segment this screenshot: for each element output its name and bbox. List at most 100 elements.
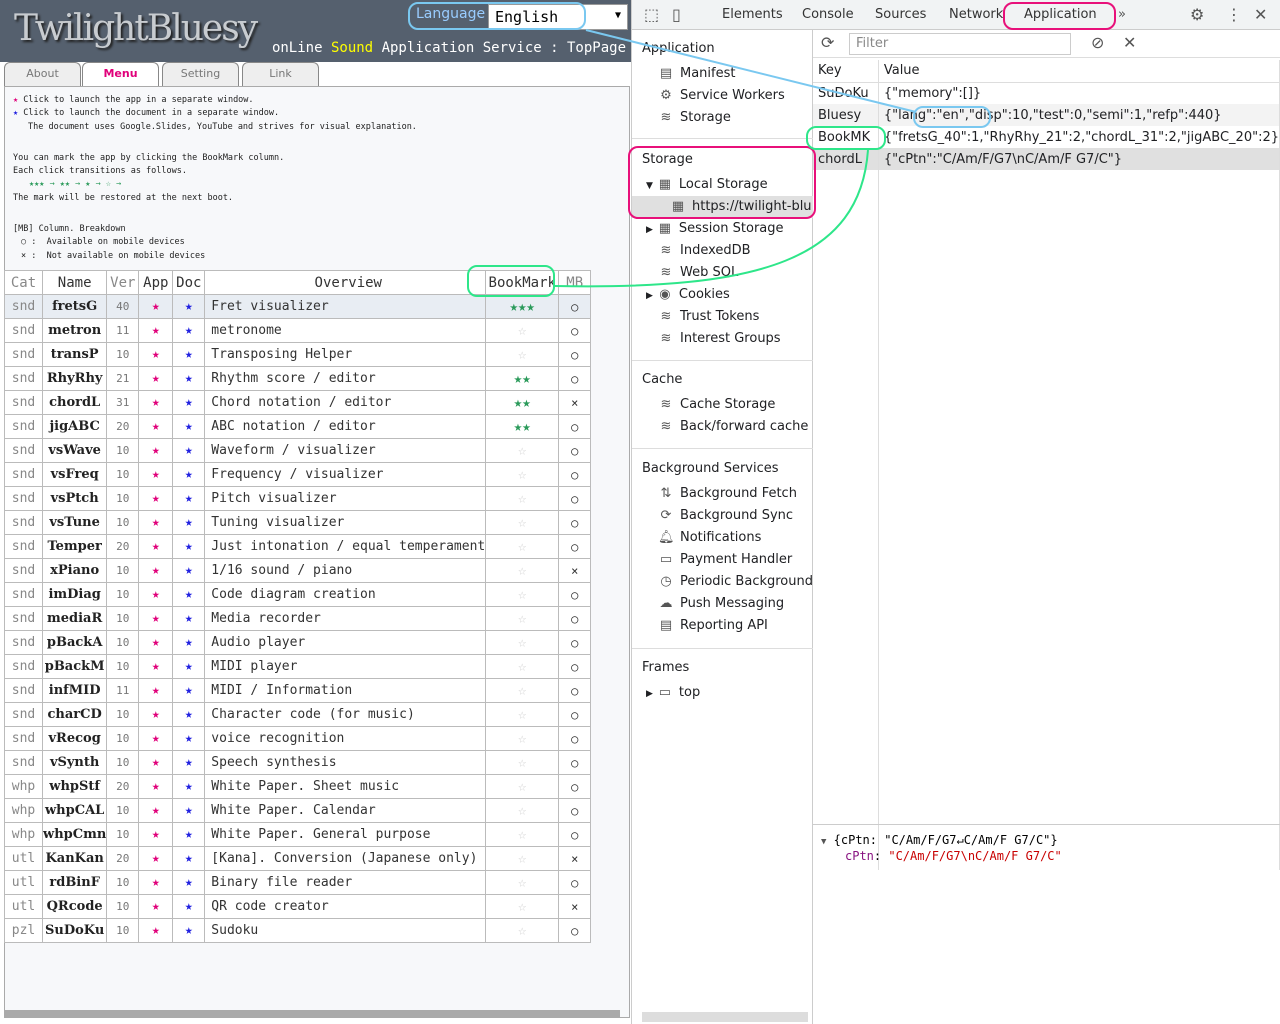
kv-key[interactable]: BookMK (813, 126, 879, 148)
launch-doc-star-icon[interactable]: ★ (172, 558, 206, 583)
launch-app-star-icon[interactable]: ★ (138, 774, 174, 799)
language-select[interactable]: English ▼ (488, 4, 628, 30)
launch-app-star-icon[interactable]: ★ (138, 894, 174, 919)
delete-selected-icon[interactable]: ✕ (1123, 33, 1136, 52)
bookmark-cell[interactable]: ☆ (485, 846, 560, 871)
sidebar-item-websql[interactable]: ≋ Web SQL (658, 265, 739, 280)
device-toolbar-icon[interactable]: ▯ (672, 5, 681, 24)
launch-doc-star-icon[interactable]: ★ (172, 390, 206, 415)
sidebar-item-reporting-api[interactable]: ▤ Reporting API (658, 618, 768, 633)
launch-doc-star-icon[interactable]: ★ (172, 846, 206, 871)
sidebar-item-cache-storage[interactable]: ≋ Cache Storage (658, 397, 776, 412)
sidebar-item-frame-top[interactable]: ▶ ▭ top (646, 685, 700, 700)
bookmark-cell[interactable]: ☆ (485, 870, 560, 895)
launch-doc-star-icon[interactable]: ★ (172, 294, 206, 319)
bookmark-cell[interactable]: ☆ (485, 558, 560, 583)
launch-app-star-icon[interactable]: ★ (138, 582, 174, 607)
bookmark-cell[interactable]: ☆ (485, 822, 560, 847)
launch-app-star-icon[interactable]: ★ (138, 654, 174, 679)
bookmark-cell[interactable]: ☆ (485, 486, 560, 511)
launch-doc-star-icon[interactable]: ★ (172, 438, 206, 463)
sidebar-item-bfcache[interactable]: ≋ Back/forward cache (658, 419, 809, 434)
sidebar-item-local-origin[interactable]: ▦ https://twilight-bluesy (670, 199, 812, 214)
launch-doc-star-icon[interactable]: ★ (172, 318, 206, 343)
kv-value[interactable]: {"memory":[]} (878, 82, 1280, 104)
filter-input[interactable]: Filter (849, 33, 1071, 55)
bookmark-cell[interactable]: ☆ (485, 318, 560, 343)
horizontal-scrollbar[interactable] (4, 1010, 620, 1018)
launch-app-star-icon[interactable]: ★ (138, 750, 174, 775)
inspect-element-icon[interactable]: ⬚ (644, 5, 659, 24)
sidebar-item-bg-fetch[interactable]: ⇅ Background Fetch (658, 486, 797, 501)
kv-value[interactable]: {"fretsG_40":1,"RhyRhy_21":2,"chordL_31"… (878, 126, 1280, 148)
tab-link[interactable]: Link (242, 62, 319, 86)
launch-app-star-icon[interactable]: ★ (138, 438, 174, 463)
bookmark-cell[interactable]: ☆ (485, 678, 560, 703)
bookmark-cell[interactable]: ☆ (485, 774, 560, 799)
sidebar-item-bg-sync[interactable]: ⟳ Background Sync (658, 508, 793, 523)
bookmark-cell[interactable]: ☆ (485, 582, 560, 607)
bookmark-cell[interactable]: ☆ (485, 342, 560, 367)
kv-row-selected[interactable]: chordL {"cPtn":"C/Am/F/G7\nC/Am/F G7/C"} (813, 148, 1280, 170)
launch-doc-star-icon[interactable]: ★ (172, 918, 206, 943)
bookmark-cell[interactable]: ☆ (485, 438, 560, 463)
launch-doc-star-icon[interactable]: ★ (172, 726, 206, 751)
bookmark-cell[interactable]: ☆ (485, 702, 560, 727)
sidebar-item-indexeddb[interactable]: ≋ IndexedDB (658, 243, 751, 258)
kebab-menu-icon[interactable]: ⋮ (1226, 5, 1242, 24)
bookmark-cell[interactable]: ☆ (485, 654, 560, 679)
bookmark-cell[interactable]: ★★ (485, 414, 560, 439)
col-bookmark[interactable]: BookMark (485, 270, 560, 295)
launch-doc-star-icon[interactable]: ★ (172, 702, 206, 727)
launch-app-star-icon[interactable]: ★ (138, 558, 174, 583)
bookmark-cell[interactable]: ☆ (485, 630, 560, 655)
bookmark-cell[interactable]: ☆ (485, 726, 560, 751)
kv-key[interactable]: SuDoKu (813, 82, 879, 104)
sidebar-item-periodic-sync[interactable]: ◷ Periodic Background Sync (658, 574, 813, 589)
launch-app-star-icon[interactable]: ★ (138, 798, 174, 823)
launch-app-star-icon[interactable]: ★ (138, 462, 174, 487)
launch-app-star-icon[interactable]: ★ (138, 846, 174, 871)
launch-app-star-icon[interactable]: ★ (138, 918, 174, 943)
tab-elements[interactable]: Elements (722, 7, 783, 22)
kv-row[interactable]: BookMK {"fretsG_40":1,"RhyRhy_21":2,"chor… (813, 126, 1280, 148)
clear-all-icon[interactable]: ⊘ (1091, 33, 1104, 52)
bookmark-cell[interactable]: ★★ (485, 390, 560, 415)
sidebar-item-service-workers[interactable]: ⚙ Service Workers (658, 88, 785, 103)
bookmark-cell[interactable]: ☆ (485, 750, 560, 775)
kv-row[interactable]: Bluesy {"lang":"en","disp":10,"test":0,"s… (813, 104, 1280, 126)
kv-value[interactable]: {"cPtn":"C/Am/F/G7\nC/Am/F G7/C"} (878, 148, 1280, 170)
launch-doc-star-icon[interactable]: ★ (172, 750, 206, 775)
preview-summary[interactable]: ▼ {cPtn: "C/Am/F/G7↵C/Am/F G7/C"} (821, 833, 1058, 847)
launch-app-star-icon[interactable]: ★ (138, 678, 174, 703)
bookmark-cell[interactable]: ☆ (485, 918, 560, 943)
sidebar-item-interest-groups[interactable]: ≋ Interest Groups (658, 331, 781, 346)
launch-doc-star-icon[interactable]: ★ (172, 414, 206, 439)
launch-doc-star-icon[interactable]: ★ (172, 630, 206, 655)
launch-doc-star-icon[interactable]: ★ (172, 798, 206, 823)
sidebar-item-push-messaging[interactable]: ☁ Push Messaging (658, 596, 785, 611)
launch-app-star-icon[interactable]: ★ (138, 294, 174, 319)
launch-app-star-icon[interactable]: ★ (138, 510, 174, 535)
launch-doc-star-icon[interactable]: ★ (172, 870, 206, 895)
refresh-icon[interactable]: ⟳ (821, 33, 834, 52)
tab-about[interactable]: About (4, 62, 81, 86)
sidebar-item-session-storage[interactable]: ▶ ▦ Session Storage (646, 221, 784, 236)
launch-doc-star-icon[interactable]: ★ (172, 510, 206, 535)
kv-row[interactable]: SuDoKu {"memory":[]} (813, 82, 1280, 104)
tab-menu[interactable]: Menu (82, 62, 159, 86)
launch-doc-star-icon[interactable]: ★ (172, 342, 206, 367)
launch-doc-star-icon[interactable]: ★ (172, 462, 206, 487)
bookmark-cell[interactable]: ★★★ (485, 294, 560, 319)
more-tabs-icon[interactable]: » (1118, 7, 1126, 22)
bookmark-cell[interactable]: ☆ (485, 510, 560, 535)
tab-console[interactable]: Console (802, 7, 854, 22)
launch-doc-star-icon[interactable]: ★ (172, 366, 206, 391)
launch-app-star-icon[interactable]: ★ (138, 414, 174, 439)
sidebar-item-manifest[interactable]: ▤ Manifest (658, 66, 736, 81)
launch-app-star-icon[interactable]: ★ (138, 870, 174, 895)
bookmark-cell[interactable]: ☆ (485, 894, 560, 919)
launch-doc-star-icon[interactable]: ★ (172, 582, 206, 607)
launch-app-star-icon[interactable]: ★ (138, 486, 174, 511)
launch-app-star-icon[interactable]: ★ (138, 390, 174, 415)
